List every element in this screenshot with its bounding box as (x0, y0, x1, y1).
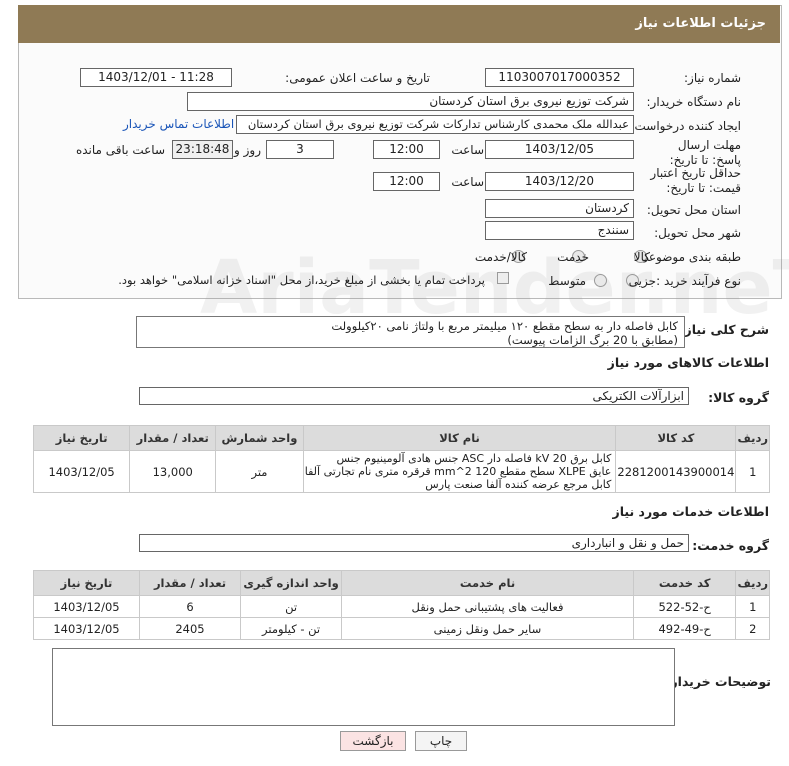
buyer-notes-textarea[interactable] (52, 648, 675, 726)
services-col-row: ردیف (735, 570, 770, 596)
goods-row-code: 2281200143900014 (615, 450, 737, 493)
creator-field[interactable]: عبدالله ملک محمدی کارشناس تدارکات شرکت ت… (236, 115, 634, 134)
buyer-org-label: نام دستگاه خریدار: (646, 95, 742, 109)
price-validity-label: حداقل تاریخ اعتبار قیمت: تا تاریخ: (650, 166, 741, 195)
services-row-unit: تن (240, 595, 343, 618)
treasury-payment-note: پرداخت تمام یا بخشی از مبلغ خرید،از محل … (118, 273, 485, 287)
services-row-date: 1403/12/05 (33, 595, 140, 618)
table-row: 1 2281200143900014 کابل برق kV 20 فاصله … (32, 450, 770, 493)
remaining-label: ساعت باقی مانده (75, 143, 165, 157)
goods-group-field[interactable]: ابزارآلات الکتریکی (139, 387, 689, 405)
table-row: 1 ح-52-522 فعالیت های پشتیبانی حمل ونقل … (33, 595, 770, 618)
services-group-label: گروه خدمت: (692, 538, 769, 553)
process-medium-label: متوسط (548, 274, 586, 288)
announce-field[interactable]: 1403/12/01 - 11:28 (80, 68, 232, 87)
description-label: شرح کلی نیاز: (679, 322, 769, 337)
announce-label: تاریخ و ساعت اعلان عمومی: (285, 71, 430, 85)
process-medium-radio[interactable] (594, 274, 607, 287)
city-field[interactable]: سنندج (485, 221, 634, 240)
services-row-code: ح-49-492 (632, 617, 737, 640)
price-time-label: ساعت (451, 175, 484, 189)
province-label: استان محل تحویل: (646, 203, 741, 217)
buyer-notes-label: توضیحات خریدار: (665, 674, 771, 689)
services-col-date: تاریخ نیاز (33, 570, 140, 596)
services-col-qty: تعداد / مقدار (138, 570, 242, 596)
price-time-field[interactable]: 12:00 (373, 172, 440, 191)
services-row-qty: 6 (138, 595, 242, 618)
category-service-label: خدمت (557, 250, 589, 264)
print-button[interactable]: چاپ (415, 731, 467, 751)
creator-label: ایجاد کننده درخواست: (630, 119, 741, 133)
reply-time-label: ساعت (451, 143, 484, 157)
goods-section-title: اطلاعات کالاهای مورد نیاز (607, 355, 769, 370)
services-table: ردیف کد خدمت نام خدمت واحد اندازه گیری ت… (33, 570, 770, 640)
goods-table: ردیف کد کالا نام کالا واحد شمارش تعداد /… (32, 425, 770, 493)
goods-row-date: 1403/12/05 (32, 450, 131, 493)
services-row-unit: تن - کیلومتر (240, 617, 343, 640)
services-col-code: کد خدمت (632, 570, 737, 596)
services-row-code: ح-52-522 (632, 595, 737, 618)
panel-title: جزئیات اطلاعات نیاز (635, 16, 766, 31)
services-row-name: سایر حمل ونقل زمینی (341, 617, 634, 640)
reply-time-field[interactable]: 12:00 (373, 140, 440, 159)
services-row-number: 2 (735, 617, 770, 640)
goods-col-qty: تعداد / مقدار (129, 425, 217, 451)
process-label: نوع فرآیند خرید : (656, 274, 741, 288)
goods-col-unit: واحد شمارش (215, 425, 304, 451)
description-line-2: (مطابق با 20 برگ الزامات پیوست) (507, 333, 678, 347)
reply-deadline-label: مهلت ارسال پاسخ: تا تاریخ: (669, 138, 741, 167)
goods-row-unit: متر (215, 450, 304, 493)
goods-col-row: ردیف (735, 425, 770, 451)
treasury-payment-checkbox[interactable] (497, 272, 509, 284)
table-row: 2 ح-49-492 سایر حمل ونقل زمینی تن - کیلو… (33, 617, 770, 640)
process-minor-label: جزیی (628, 274, 656, 288)
services-col-unit: واحد اندازه گیری (240, 570, 343, 596)
services-col-name: نام خدمت (341, 570, 634, 596)
goods-name-line-2: عایق XLPE سطح مقطع mm^2 120 قرقره متری ن… (304, 465, 612, 478)
goods-row-qty: 13,000 (129, 450, 217, 493)
buyer-org-field[interactable]: شرکت توزیع نیروی برق استان کردستان (187, 92, 634, 111)
description-line-1: کابل فاصله دار به سطح مقطع ۱۲۰ میلیمتر م… (331, 319, 678, 333)
goods-name-line-3: کابل مرجع عرضه کننده آلفا صنعت پارس (425, 478, 612, 491)
goods-col-code: کد کالا (615, 425, 737, 451)
goods-col-date: تاریخ نیاز (32, 425, 131, 451)
category-label: طبقه بندی موضوعی: (634, 250, 741, 264)
city-label: شهر محل تحویل: (654, 226, 741, 240)
description-textarea[interactable]: کابل فاصله دار به سطح مقطع ۱۲۰ میلیمتر م… (136, 316, 685, 348)
category-goods-label: کالا (633, 250, 650, 264)
services-row-name: فعالیت های پشتیبانی حمل ونقل (341, 595, 634, 618)
goods-row-number: 1 (735, 450, 770, 493)
need-number-field[interactable]: 1103007017000352 (485, 68, 634, 87)
contact-info-link[interactable]: اطلاعات تماس خریدار (123, 117, 234, 131)
panel-header: جزئیات اطلاعات نیاز (18, 5, 780, 43)
services-group-field[interactable]: حمل و نقل و انبارداری (139, 534, 689, 552)
goods-row-name: کابل برق kV 20 فاصله دار ASC جنس هادی آل… (302, 450, 617, 493)
services-row-qty: 2405 (138, 617, 242, 640)
need-number-label: شماره نیاز: (684, 71, 741, 85)
back-button[interactable]: بازگشت (340, 731, 406, 751)
services-section-title: اطلاعات خدمات مورد نیاز (612, 504, 770, 519)
province-field[interactable]: کردستان (485, 199, 634, 218)
days-remaining-field[interactable]: 3 (266, 140, 334, 159)
price-date-field[interactable]: 1403/12/20 (485, 172, 634, 191)
goods-group-label: گروه کالا: (708, 390, 769, 405)
goods-col-name: نام کالا (302, 425, 617, 451)
services-row-number: 1 (735, 595, 770, 618)
reply-date-field[interactable]: 1403/12/05 (485, 140, 634, 159)
category-goods-service-label: کالا/خدمت (474, 250, 527, 264)
remaining-time-field: 23:18:48 (172, 140, 233, 159)
days-label: روز و (234, 143, 261, 157)
goods-name-line-1: کابل برق kV 20 فاصله دار ASC جنس هادی آل… (336, 452, 612, 465)
services-row-date: 1403/12/05 (33, 617, 140, 640)
